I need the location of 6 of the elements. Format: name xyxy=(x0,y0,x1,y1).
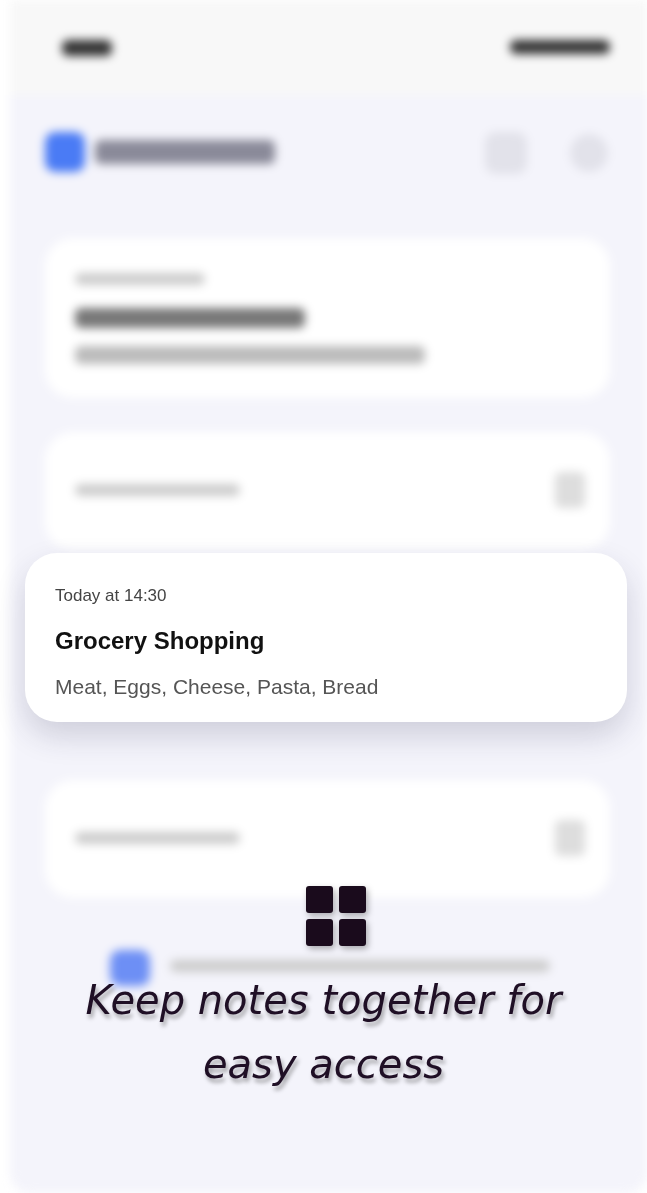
note-preview: Meat, Eggs, Cheese, Pasta, Bread xyxy=(55,673,380,700)
note-time: Today at 14:30 xyxy=(55,585,168,607)
onboarding-headline: Keep notes together for easy access xyxy=(84,976,565,1089)
note-title: Grocery Shopping xyxy=(55,625,266,656)
note-card[interactable]: Today at 14:30 Grocery Shopping Meat, Eggs, Cheese, Pasta, Bread xyxy=(25,553,627,722)
grid-icon xyxy=(306,886,366,946)
